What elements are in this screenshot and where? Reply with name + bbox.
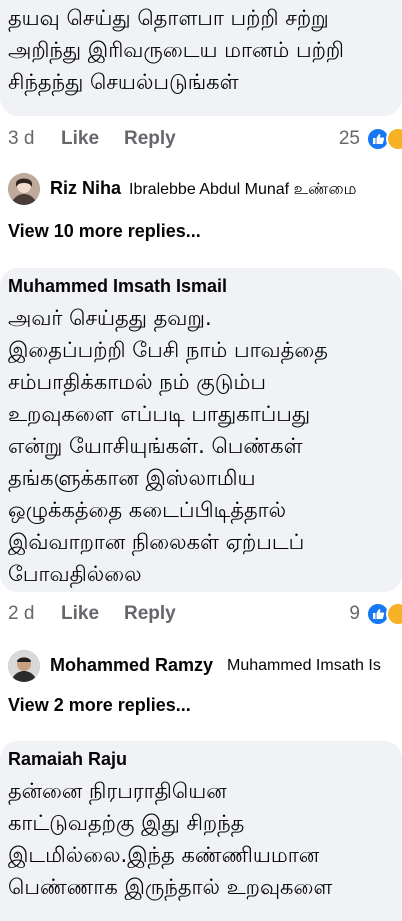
comment-bubble: Muhammed Imsath Ismail அவர் செய்தது தவறு… [0,268,402,592]
view-more-replies[interactable]: View 10 more replies... [8,221,201,242]
reply-text: Ibralebbe Abdul Munaf உண்மை [129,181,357,198]
comment-actions: 2 d Like Reply 9 [0,597,402,637]
comment-bubble: Ramaiah Raju தன்னை நிரபராதியென காட்டுவதற… [0,741,402,921]
comment-text: தன்னை நிரபராதியென காட்டுவதற்கு இது சிறந்… [8,779,333,899]
avatar[interactable] [8,650,40,682]
comment-actions: 3 d Like Reply 25 [0,122,402,162]
view-more-replies[interactable]: View 2 more replies... [8,695,191,716]
reaction-count[interactable]: 9 [349,603,360,625]
comment-time[interactable]: 2 d [8,603,34,625]
reply-button[interactable]: Reply [124,603,176,625]
reply-author[interactable]: Mohammed Ramzy [50,655,213,676]
reaction-count[interactable]: 25 [339,128,360,150]
haha-reaction-icon [386,127,402,151]
reply-preview[interactable]: Mohammed Ramzy Muhammed Imsath Is [0,645,402,691]
comment-text: அவர் செய்தது தவறு. இதைப்பற்றி பேசி நாம் … [8,306,328,586]
comment-author[interactable]: Muhammed Imsath Ismail [8,276,227,297]
haha-reaction-icon [386,602,402,626]
like-button[interactable]: Like [61,128,99,150]
reply-text: Muhammed Imsath Is [227,657,381,674]
comment-text: தயவு செய்து தொளபா பற்றி சற்று அறிந்து இர… [8,6,344,94]
reply-button[interactable]: Reply [124,128,176,150]
comment-time[interactable]: 3 d [8,128,34,150]
comment-author[interactable]: Ramaiah Raju [8,749,127,770]
comment-bubble: தயவு செய்து தொளபா பற்றி சற்று அறிந்து இர… [0,0,402,116]
reply-author[interactable]: Riz Niha [50,178,121,199]
avatar[interactable] [8,173,40,205]
reply-preview[interactable]: Riz Niha Ibralebbe Abdul Munaf உண்மை [0,168,402,214]
like-button[interactable]: Like [61,603,99,625]
